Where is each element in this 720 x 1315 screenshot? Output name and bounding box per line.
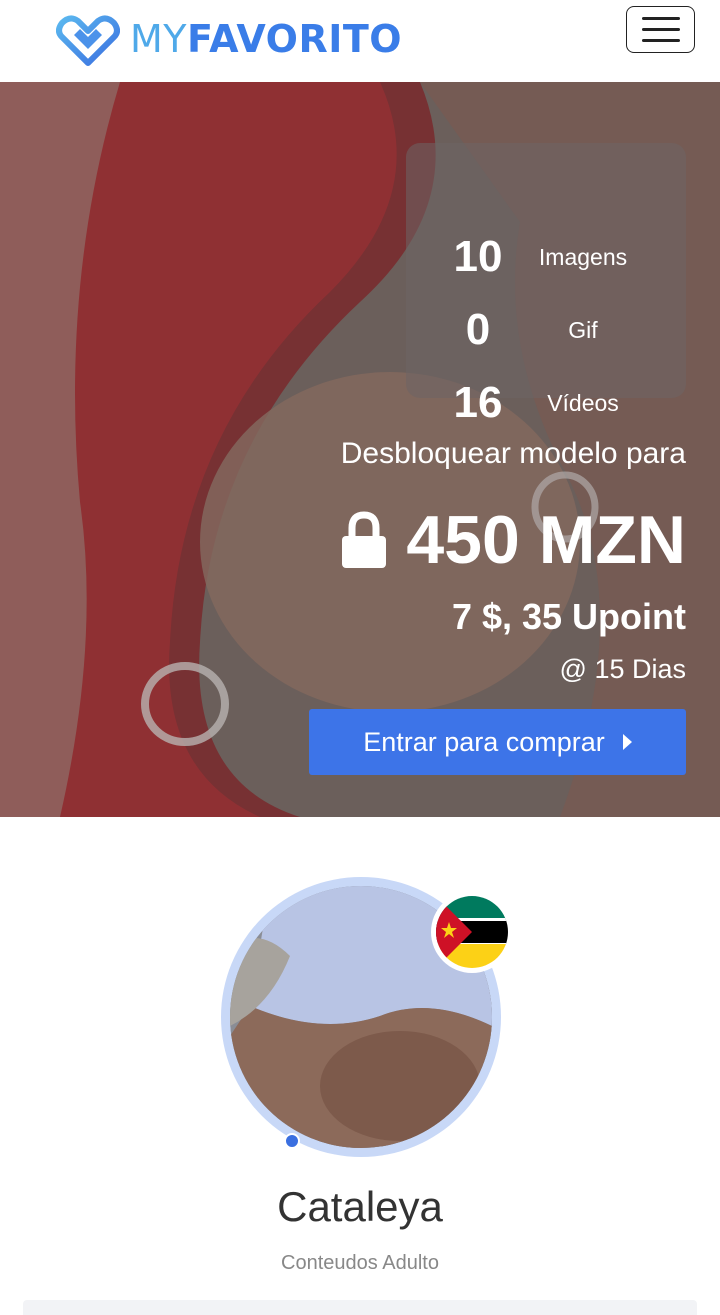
logo-text-my: MY [130, 17, 187, 61]
price-value: 450 MZN [406, 502, 686, 578]
heart-diamond-logo-icon [56, 15, 120, 66]
media-stats-panel: 10 Imagens 0 Gif 16 Vídeos [406, 143, 686, 427]
stat-videos-count: 16 [453, 378, 503, 427]
stat-images-count: 10 [453, 232, 503, 281]
access-duration: @ 15 Dias [559, 654, 686, 684]
profile-name: Cataleya [277, 1183, 443, 1230]
stat-gif-label: Gif [568, 317, 598, 343]
mozambique-flag-icon [431, 891, 513, 973]
hamburger-icon-bar [641, 28, 680, 31]
upoint-price: 7 $, 35 Upoint [451, 596, 686, 637]
site-logo[interactable]: MYFAVORITO [56, 10, 402, 68]
caret-right-icon [622, 734, 632, 750]
hamburger-icon-bar [641, 17, 680, 20]
stat-gif: 0 Gif [406, 305, 686, 355]
enter-to-buy-button[interactable]: Entrar para comprar [309, 709, 686, 775]
content-section-edge [23, 1300, 697, 1315]
stat-videos-label: Vídeos [547, 390, 619, 416]
hero-banner: 10 Imagens 0 Gif 16 Vídeos Desbloquear m… [0, 82, 720, 817]
stat-images-label: Imagens [538, 244, 628, 270]
unlock-model-text: Desbloquear modelo para [340, 437, 686, 470]
top-navbar: MYFAVORITO [0, 0, 720, 82]
profile-category: Conteudos Adulto [281, 1252, 439, 1274]
profile-avatar[interactable] [221, 877, 513, 1157]
stat-videos: 16 Vídeos [406, 378, 686, 428]
hamburger-icon-bar [641, 39, 680, 42]
price-display: 450 MZN [340, 500, 686, 580]
enter-to-buy-label: Entrar para comprar [363, 726, 605, 757]
online-status-dot [284, 1133, 300, 1149]
logo-text: MYFAVORITO [130, 20, 402, 58]
logo-text-favorito: FAVORITO [187, 17, 403, 61]
hamburger-menu-button[interactable] [626, 6, 695, 53]
stat-gif-count: 0 [465, 305, 491, 354]
lock-icon [342, 511, 387, 568]
stat-images: 10 Imagens [406, 232, 686, 282]
mozambique-flag-art [436, 896, 508, 968]
